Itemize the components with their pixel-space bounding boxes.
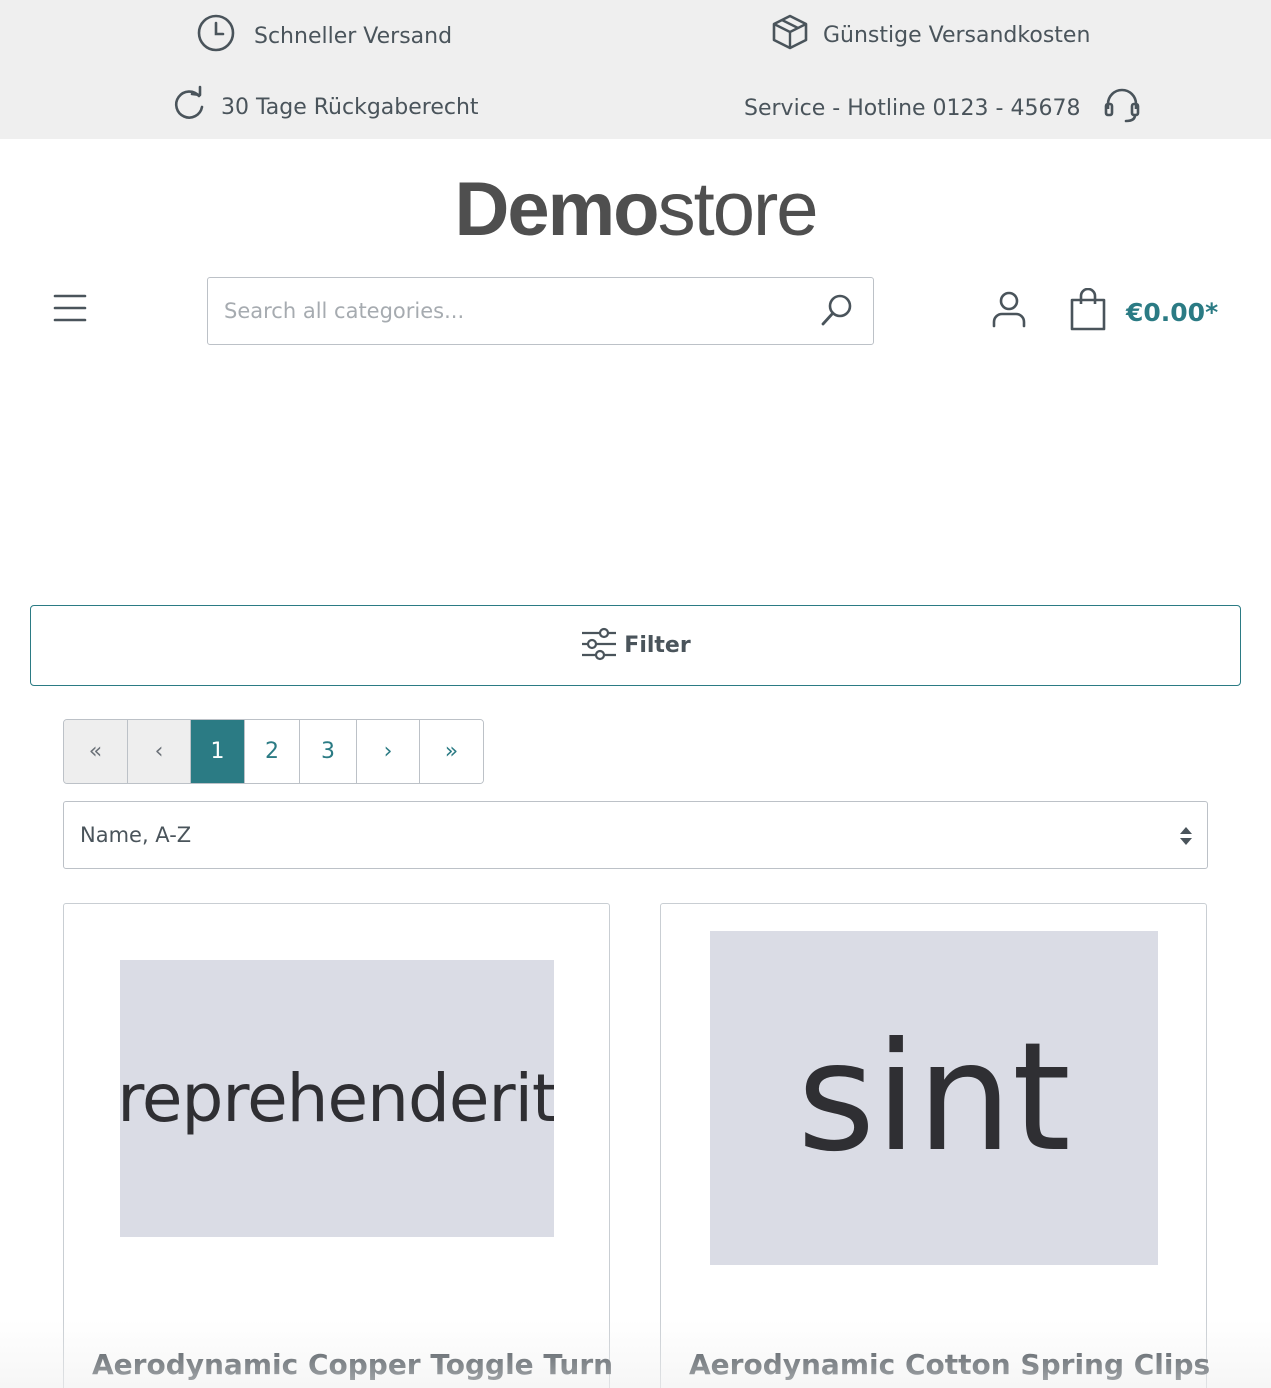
refresh-icon bbox=[171, 85, 207, 129]
hamburger-icon bbox=[53, 293, 87, 327]
sort-select[interactable]: Name, A-Z bbox=[63, 801, 1208, 869]
cart-button[interactable]: €0.00* bbox=[1068, 287, 1219, 336]
headset-icon bbox=[1102, 85, 1142, 131]
sliders-icon bbox=[580, 627, 618, 665]
usp-fast-shipping: Schneller Versand bbox=[196, 13, 452, 59]
filter-button[interactable]: Filter bbox=[30, 605, 1241, 686]
page-prev-button[interactable]: ‹ bbox=[128, 720, 191, 783]
usp-hotline-label: Service - Hotline 0123 - 45678 bbox=[744, 95, 1081, 121]
menu-button[interactable] bbox=[50, 290, 90, 330]
product-card: reprehenderit Aerodynamic Copper Toggle … bbox=[63, 903, 613, 1388]
product-name[interactable]: Aerodynamic Copper Toggle Turn bbox=[92, 1348, 613, 1381]
logo-light-text: store bbox=[657, 167, 819, 252]
page-2-button[interactable]: 2 bbox=[245, 720, 300, 783]
usp-fast-shipping-label: Schneller Versand bbox=[254, 23, 453, 49]
account-button[interactable] bbox=[988, 290, 1030, 332]
search-input[interactable] bbox=[208, 278, 808, 344]
pagination: « ‹ 1 2 3 › » bbox=[63, 719, 484, 784]
clock-icon bbox=[196, 13, 236, 59]
usp-hotline: Service - Hotline 0123 - 45678 bbox=[744, 85, 1142, 131]
page-last-button[interactable]: » bbox=[420, 720, 483, 783]
sort-selected-label: Name, A-Z bbox=[80, 823, 192, 847]
usp-bar: Schneller Versand Günstige Versandkosten… bbox=[0, 0, 1271, 139]
page-first-button[interactable]: « bbox=[64, 720, 128, 783]
search-icon bbox=[820, 293, 854, 331]
cart-total: €0.00* bbox=[1126, 297, 1219, 327]
select-arrows-icon bbox=[1179, 826, 1193, 851]
search-bar bbox=[207, 277, 874, 345]
filter-label: Filter bbox=[624, 633, 691, 658]
product-card: sint Aerodynamic Cotton Spring Clips bbox=[660, 903, 1210, 1388]
usp-shipping-costs-label: Günstige Versandkosten bbox=[823, 22, 1091, 48]
logo-bold-text: Demo bbox=[454, 167, 659, 252]
package-icon bbox=[771, 13, 809, 57]
shopping-bag-icon bbox=[1068, 287, 1108, 336]
product-image[interactable]: sint bbox=[710, 931, 1158, 1265]
product-image[interactable]: reprehenderit bbox=[120, 960, 554, 1237]
search-button[interactable] bbox=[819, 294, 855, 330]
page-3-button[interactable]: 3 bbox=[300, 720, 357, 783]
user-icon bbox=[991, 290, 1027, 332]
store-logo[interactable]: Demostore bbox=[0, 165, 1271, 255]
page-next-button[interactable]: › bbox=[357, 720, 420, 783]
usp-returns-label: 30 Tage Rückgaberecht bbox=[221, 94, 479, 120]
product-name[interactable]: Aerodynamic Cotton Spring Clips bbox=[689, 1348, 1210, 1381]
usp-shipping-costs: Günstige Versandkosten bbox=[771, 13, 1090, 57]
usp-returns: 30 Tage Rückgaberecht bbox=[171, 85, 479, 129]
page-1-button[interactable]: 1 bbox=[191, 720, 245, 783]
